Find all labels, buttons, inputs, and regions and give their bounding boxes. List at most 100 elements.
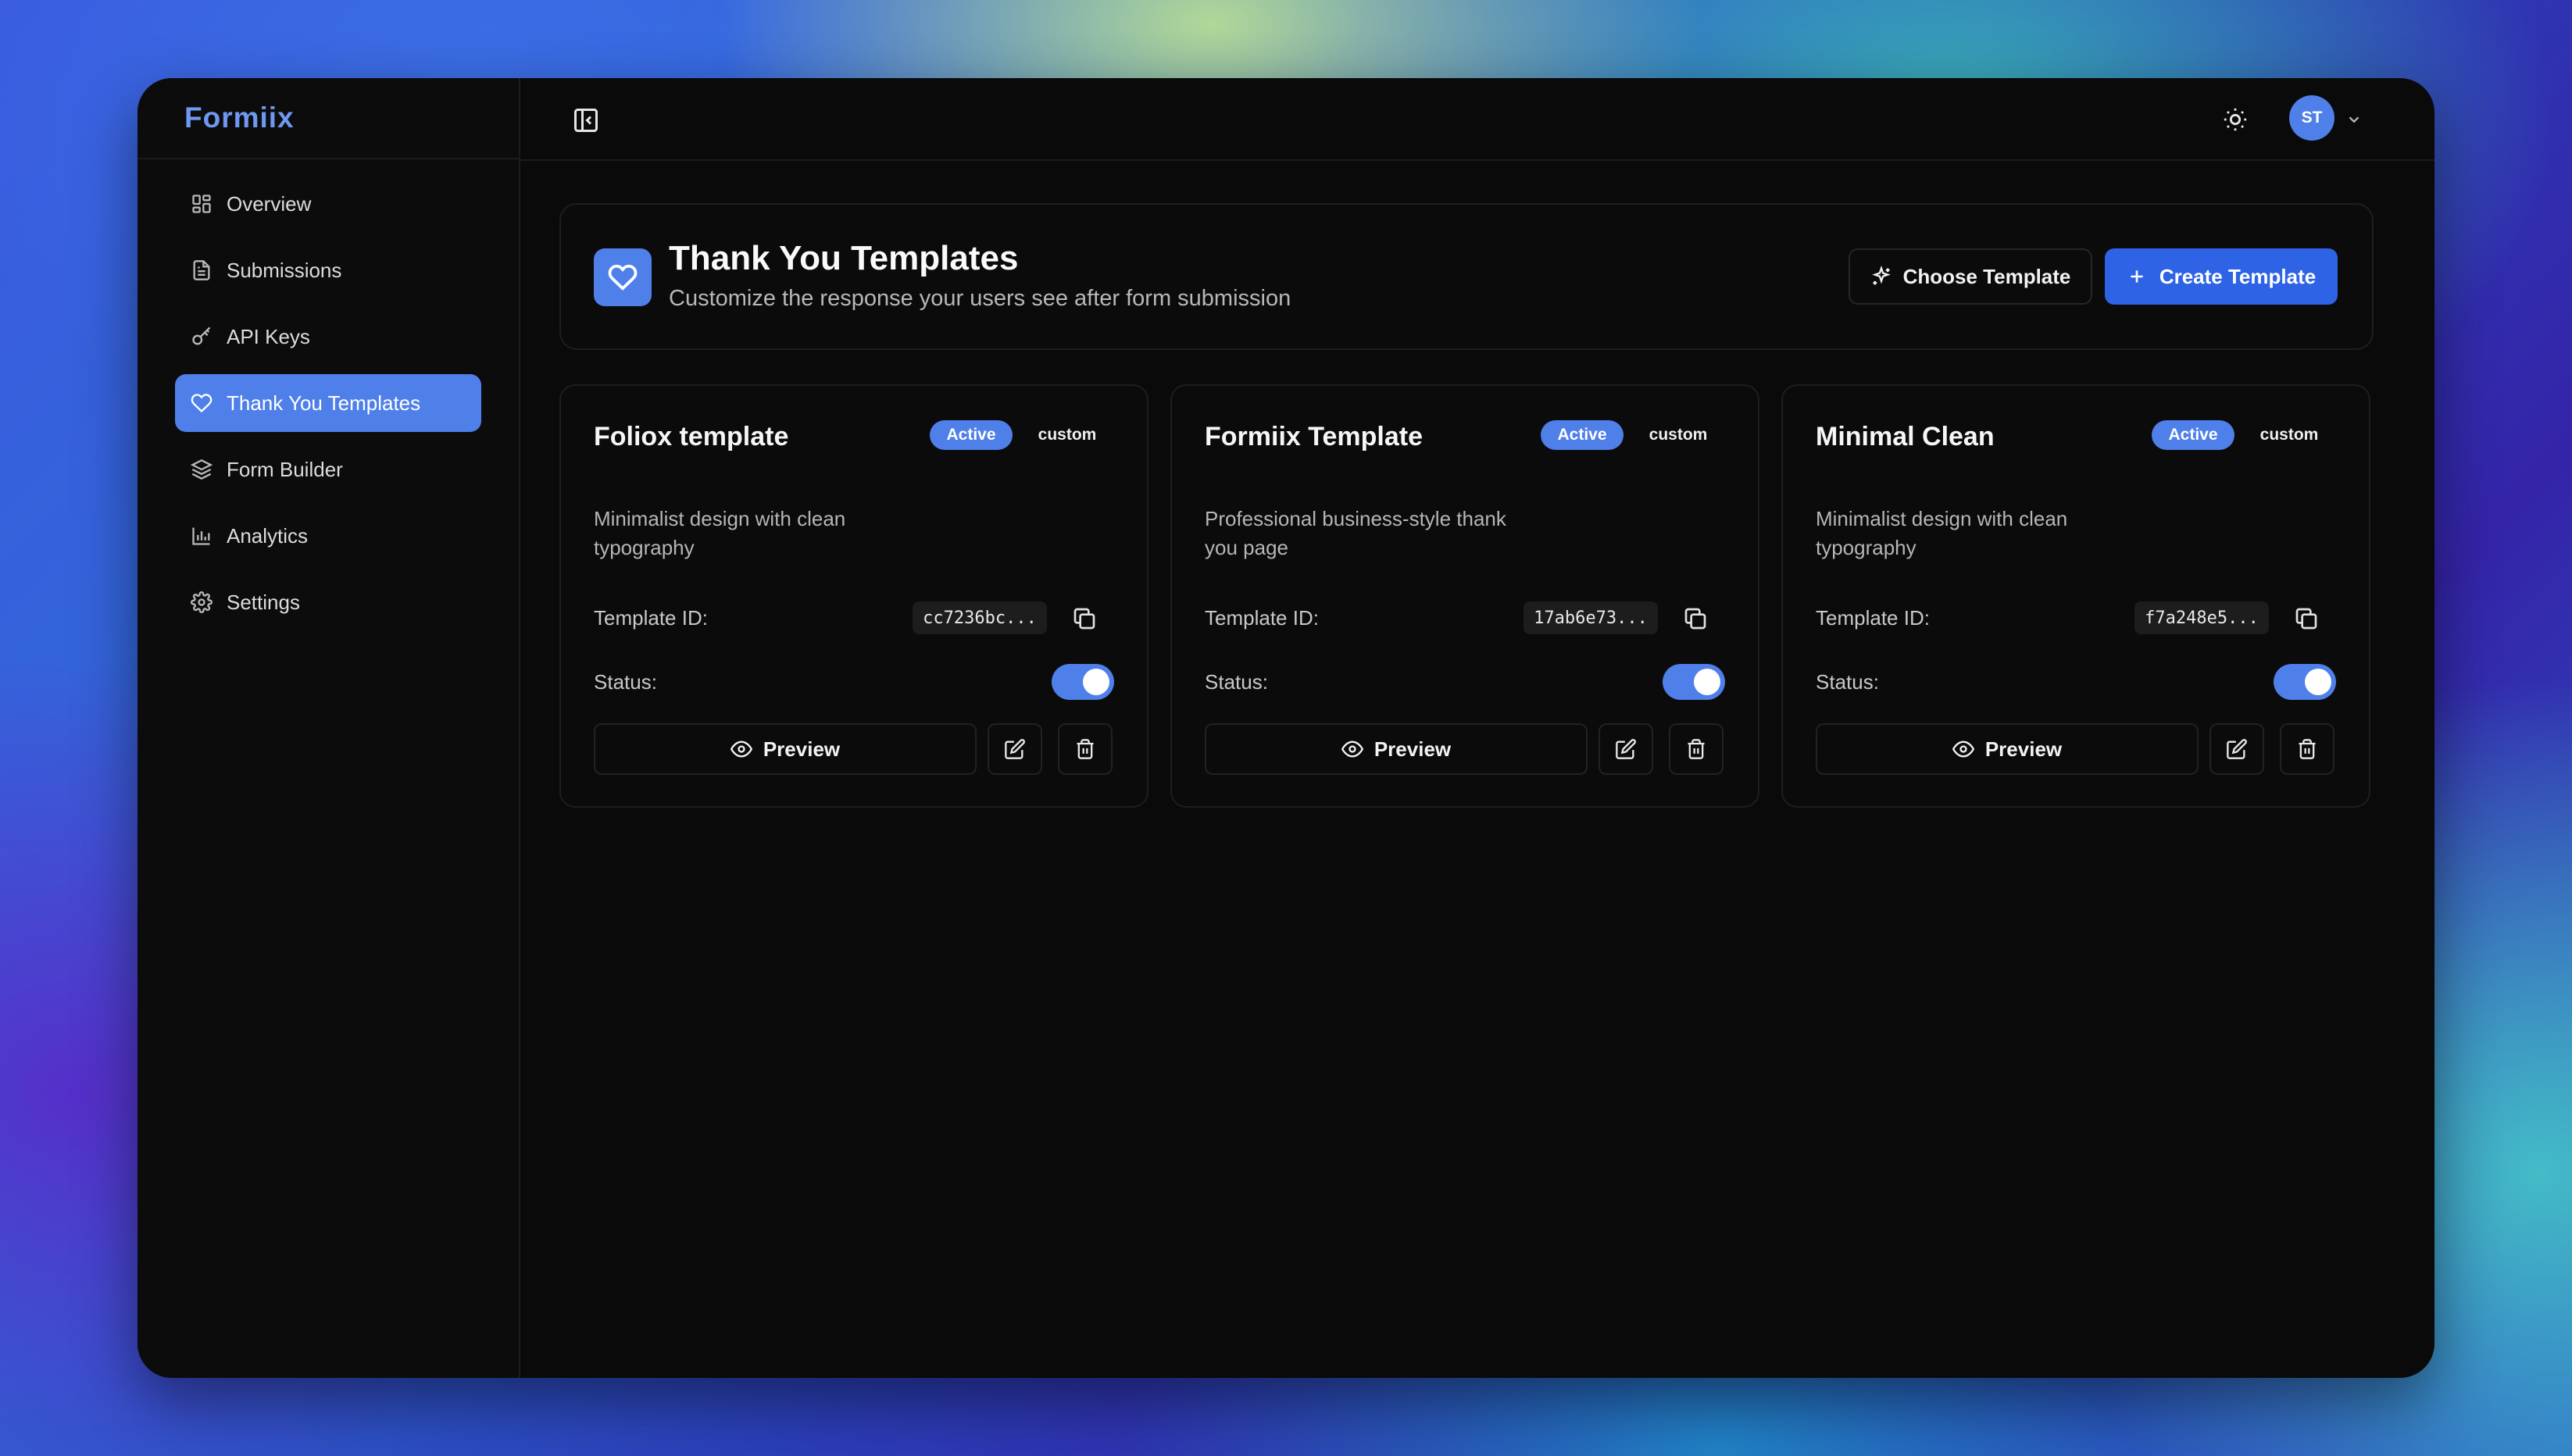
template-id-value: cc7236bc... [913,601,1047,634]
status-badge: Active [1541,420,1624,450]
status-label: Status: [1816,670,1879,694]
choose-template-button[interactable]: Choose Template [1849,248,2092,305]
sidebar-item-api-keys[interactable]: API Keys [175,308,481,366]
delete-button[interactable] [1058,723,1113,775]
sidebar-item-label: Thank You Templates [227,391,421,415]
sidebar-item-form-builder[interactable]: Form Builder [175,441,481,498]
document-icon [193,260,210,280]
copy-icon [1073,608,1095,630]
trash-icon [2299,739,2316,759]
sidebar-toggle-button[interactable] [572,106,600,134]
user-menu-button[interactable] [2345,111,2363,128]
eye-icon [1341,740,1363,758]
toggle-knob [1694,669,1720,695]
status-badge: Active [2152,420,2234,450]
sidebar-item-label: Submissions [227,258,342,282]
preview-label: Preview [763,737,841,761]
preview-button[interactable]: Preview [1816,723,2199,775]
template-id-label: Template ID: [594,606,708,630]
template-description: Professional business-style thank you pa… [1205,507,1506,559]
template-id-value: f7a248e5... [2134,601,2269,634]
layers-icon [191,459,213,480]
template-id-label: Template ID: [1816,606,1930,630]
template-card: Minimal Clean Active custom Minimalist d… [1781,384,2370,808]
status-toggle[interactable] [2274,664,2336,700]
template-id-label: Template ID: [1205,606,1319,630]
copy-id-button[interactable] [1072,606,1097,631]
template-description: Minimalist design with clean typography [1816,507,2068,559]
edit-button[interactable] [2209,723,2264,775]
eye-icon [730,740,752,758]
delete-button[interactable] [1669,723,1724,775]
sidebar-item-label: Settings [227,590,300,614]
chevron-down-icon [2349,116,2359,123]
template-card: Formiix Template Active custom Professio… [1170,384,1759,808]
status-toggle[interactable] [1663,664,1725,700]
avatar[interactable]: ST [2289,95,2334,141]
sidebar-toggle-icon [574,109,598,132]
choose-template-label: Choose Template [1902,264,2071,288]
template-description: Minimalist design with clean typography [594,507,846,559]
plus-icon [2131,270,2143,283]
topbar: ST [520,78,2434,161]
sparkles-icon [1871,266,1891,285]
sidebar: Formiix Overview Submissions API Keys Th… [138,78,520,1378]
sidebar-item-thank-you-templates[interactable]: Thank You Templates [175,374,481,432]
type-badge: custom [1020,420,1114,450]
create-template-label: Create Template [2159,264,2317,288]
sun-icon [2224,108,2247,131]
app-window: Formiix Overview Submissions API Keys Th… [138,78,2434,1378]
brand-logo[interactable]: Formiix [138,78,519,159]
sidebar-item-analytics[interactable]: Analytics [175,507,481,565]
template-id-value: 17ab6e73... [1524,601,1658,634]
heart-icon [608,264,638,291]
heart-icon [191,394,213,413]
sidebar-item-submissions[interactable]: Submissions [175,241,481,299]
edit-button[interactable] [988,723,1042,775]
sidebar-item-label: Form Builder [227,457,343,481]
sidebar-item-label: Analytics [227,523,309,548]
sidebar-nav: Overview Submissions API Keys Thank You … [138,159,519,655]
edit-icon [2227,739,2247,759]
sidebar-item-label: Overview [227,191,312,216]
preview-label: Preview [1984,737,2063,761]
preview-button[interactable]: Preview [594,723,977,775]
create-template-button[interactable]: Create Template [2105,248,2338,305]
main-content: ST Thank You Templates Customize the res… [520,78,2434,1378]
copy-icon [1684,608,1706,630]
page-title: Thank You Templates [669,239,1019,277]
template-card: Foliox template Active custom Minimalist… [559,384,1148,808]
toggle-knob [1083,669,1109,695]
copy-id-button[interactable] [1683,606,1708,631]
template-name: Formiix Template [1205,422,1423,451]
template-name: Minimal Clean [1816,422,1995,451]
status-toggle[interactable] [1052,664,1114,700]
copy-id-button[interactable] [2294,606,2319,631]
preview-label: Preview [1374,737,1452,761]
delete-button[interactable] [2280,723,2334,775]
preview-button[interactable]: Preview [1205,723,1588,775]
key-icon [192,327,211,345]
gear-icon [191,591,213,613]
eye-icon [1952,740,1974,758]
type-badge: custom [2242,420,2336,450]
copy-icon [2295,608,2317,630]
edit-icon [1005,739,1025,759]
trash-icon [1688,739,1705,759]
theme-toggle-button[interactable] [2222,106,2249,133]
grid-icon [192,194,211,213]
edit-button[interactable] [1599,723,1653,775]
template-name: Foliox template [594,422,789,451]
sidebar-item-label: API Keys [227,324,310,348]
sidebar-item-settings[interactable]: Settings [175,573,481,631]
header-heart-badge [594,248,652,306]
sidebar-item-overview[interactable]: Overview [175,175,481,233]
page-header-card: Thank You Templates Customize the respon… [559,203,2374,350]
status-label: Status: [1205,670,1268,694]
status-badge: Active [930,420,1013,450]
type-badge: custom [1631,420,1725,450]
toggle-knob [2305,669,2331,695]
status-label: Status: [594,670,657,694]
trash-icon [1077,739,1094,759]
edit-icon [1616,739,1636,759]
